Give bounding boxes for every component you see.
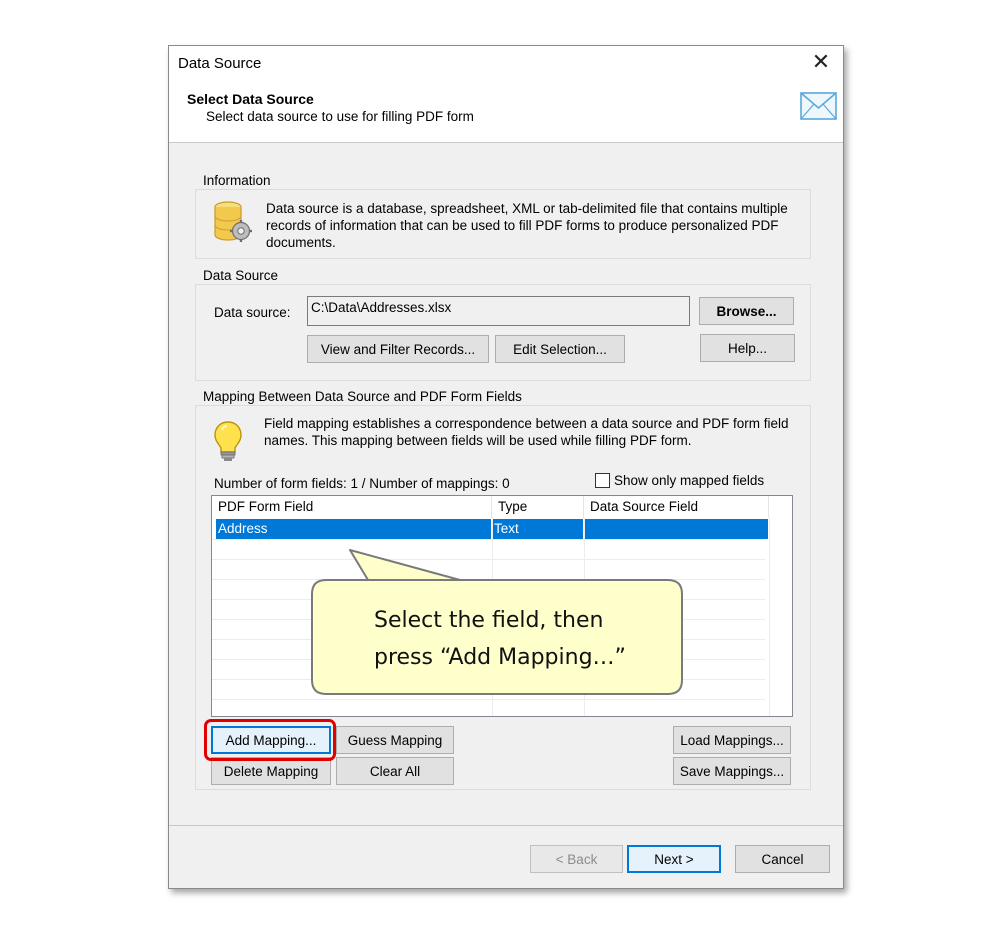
callout-line-1: Select the field, then [374, 608, 604, 633]
grid-column-line [769, 518, 770, 716]
delete-mapping-button[interactable]: Delete Mapping [211, 757, 331, 785]
mapping-line-2: names. This mapping between fields will … [264, 433, 692, 448]
guess-mapping-button[interactable]: Guess Mapping [336, 726, 454, 754]
information-line-1: Data source is a database, spreadsheet, … [266, 201, 788, 216]
next-button[interactable]: Next > [627, 845, 721, 873]
information-line-3: documents. [266, 235, 336, 250]
row-source-cell [584, 519, 769, 539]
close-icon[interactable]: ✕ [799, 46, 843, 78]
row-type-cell: Text [492, 519, 584, 539]
window-title: Data Source [178, 55, 262, 72]
save-mappings-button[interactable]: Save Mappings... [673, 757, 791, 785]
show-mapped-label[interactable]: Show only mapped fields [614, 472, 764, 489]
help-button[interactable]: Help... [700, 334, 795, 362]
browse-button[interactable]: Browse... [699, 297, 794, 325]
information-group-label: Information [203, 173, 271, 188]
row-field-cell: Address [216, 519, 492, 539]
wizard-header: Select Data Source Select data source to… [169, 78, 843, 143]
column-header-pdf-form-field[interactable]: PDF Form Field [212, 496, 492, 518]
column-header-type[interactable]: Type [492, 496, 584, 518]
edit-selection-button[interactable]: Edit Selection... [495, 335, 625, 363]
show-mapped-checkbox[interactable] [595, 473, 610, 488]
mapping-group-label: Mapping Between Data Source and PDF Form… [203, 389, 522, 404]
data-source-group-label: Data Source [203, 268, 279, 283]
footer-separator [169, 825, 843, 826]
lightbulb-icon [214, 421, 242, 461]
mapping-line-1: Field mapping establishes a corresponden… [264, 416, 789, 431]
page-title: Select Data Source [187, 91, 314, 107]
data-source-field-label: Data source: [214, 305, 291, 320]
data-source-path-field[interactable]: C:\Data\Addresses.xlsx [307, 296, 690, 326]
page-subtitle: Select data source to use for filling PD… [206, 109, 474, 124]
data-source-dialog: Data Source ✕ Select Data Source Select … [168, 45, 844, 889]
callout-line-2: press “Add Mapping…” [374, 645, 626, 670]
clear-all-button[interactable]: Clear All [336, 757, 454, 785]
envelope-icon [800, 92, 837, 120]
column-header-data-source-field[interactable]: Data Source Field [584, 496, 769, 518]
view-filter-records-button[interactable]: View and Filter Records... [307, 335, 489, 363]
add-mapping-highlight [204, 719, 336, 761]
load-mappings-button[interactable]: Load Mappings... [673, 726, 791, 754]
information-line-2: records of information that can be used … [266, 218, 779, 233]
database-gear-icon [214, 201, 252, 242]
mapping-counts: Number of form fields: 1 / Number of map… [214, 476, 510, 491]
title-bar: Data Source ✕ [169, 46, 843, 78]
cancel-button[interactable]: Cancel [735, 845, 830, 873]
back-button[interactable]: < Back [530, 845, 623, 873]
